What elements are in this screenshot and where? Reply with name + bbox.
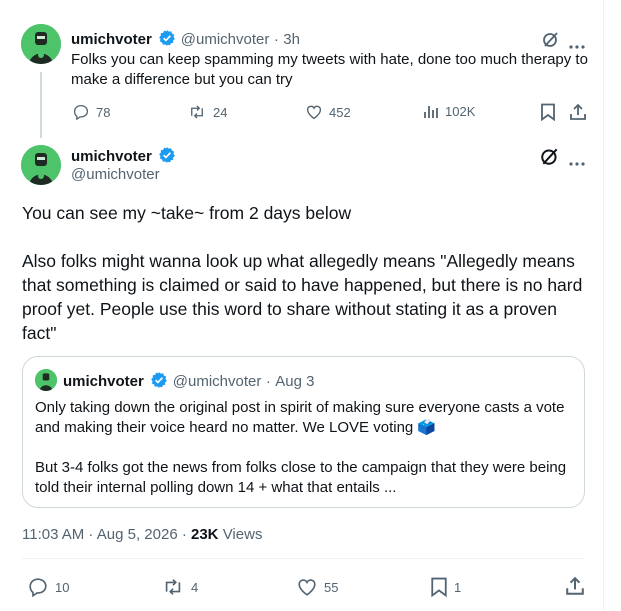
like-icon: [306, 105, 322, 120]
reply-count: 10: [55, 579, 70, 595]
more-icon[interactable]: [569, 153, 585, 171]
timestamp[interactable]: 11:03 AM · Aug 5, 2026 ·: [22, 526, 191, 543]
avatar[interactable]: [21, 24, 61, 64]
bookmark-icon: [431, 577, 447, 598]
tweet-text: Folks you can keep spamming my tweets wi…: [71, 51, 588, 88]
views-icon: [424, 106, 438, 118]
repost-icon: [191, 105, 203, 119]
tweet-header: umichvoter @umichvoter · 3h: [71, 29, 300, 52]
reply-icon: [73, 104, 89, 121]
like-icon: [298, 579, 316, 596]
timeline-border: [603, 0, 604, 611]
post-time[interactable]: 3h: [283, 31, 300, 48]
repost-button[interactable]: 4: [161, 576, 198, 598]
bookmark-icon[interactable]: [540, 103, 556, 124]
handle[interactable]: @umichvoter: [181, 31, 270, 48]
separator-dot: ·: [273, 31, 279, 48]
repost-icon: [165, 579, 181, 595]
like-count: 452: [329, 104, 351, 120]
share-icon[interactable]: [565, 576, 585, 599]
tweet-meta: 11:03 AM · Aug 5, 2026 · 23K Views: [22, 526, 262, 543]
tweet-paragraph: You can see my ~take~ from 2 days below: [22, 203, 352, 223]
reply-button[interactable]: 10: [27, 576, 69, 598]
reply-button[interactable]: 78: [72, 103, 110, 121]
main-tweet-actions: 10 4 55 1: [0, 574, 603, 598]
views-label: Views: [218, 526, 263, 543]
quoted-tweet-header: umichvoter @umichvoter · Aug 3: [63, 371, 314, 394]
separator-dot: ·: [265, 373, 271, 390]
repost-button[interactable]: 24: [187, 103, 227, 121]
tweet-text: You can see my ~take~ from 2 days below …: [22, 201, 592, 345]
display-name: umichvoter: [63, 373, 144, 390]
reply-tweet-actions: 78 24 452 102K: [0, 103, 603, 123]
repost-count: 24: [213, 104, 228, 120]
views-count: 23K: [191, 526, 219, 543]
quoted-tweet-text: Only taking down the original post in sp…: [35, 398, 575, 498]
handle[interactable]: @umichvoter: [71, 166, 160, 183]
reply-icon: [29, 578, 47, 598]
verified-badge-icon: [158, 29, 176, 52]
handle: @umichvoter: [172, 373, 262, 390]
post-date: Aug 3: [275, 373, 315, 390]
share-icon[interactable]: [569, 103, 587, 124]
tweet-paragraph: But 3-4 folks got the news from folks cl…: [35, 459, 567, 496]
views-button[interactable]: 102K: [423, 103, 475, 119]
divider: [22, 558, 585, 559]
like-button[interactable]: 452: [305, 103, 351, 121]
views-count: 102K: [445, 103, 476, 119]
avatar: [35, 369, 57, 391]
avatar[interactable]: [21, 145, 61, 185]
reply-count: 78: [96, 104, 111, 120]
bookmark-button[interactable]: 1: [430, 576, 461, 598]
bookmark-count: 1: [454, 579, 462, 595]
display-name[interactable]: umichvoter: [71, 148, 152, 165]
grok-icon[interactable]: [540, 146, 560, 171]
like-button[interactable]: 55: [296, 576, 338, 598]
tweet-paragraph: Also folks might wanna look up what alle…: [22, 251, 583, 343]
repost-count: 4: [191, 579, 199, 595]
tweet-paragraph: Only taking down the original post in sp…: [35, 399, 565, 436]
display-name[interactable]: umichvoter: [71, 31, 152, 48]
verified-badge-icon: [158, 146, 176, 169]
quoted-tweet-card[interactable]: umichvoter @umichvoter · Aug 3 Only taki…: [22, 356, 585, 508]
verified-badge-icon: [150, 371, 168, 394]
like-count: 55: [324, 579, 339, 595]
